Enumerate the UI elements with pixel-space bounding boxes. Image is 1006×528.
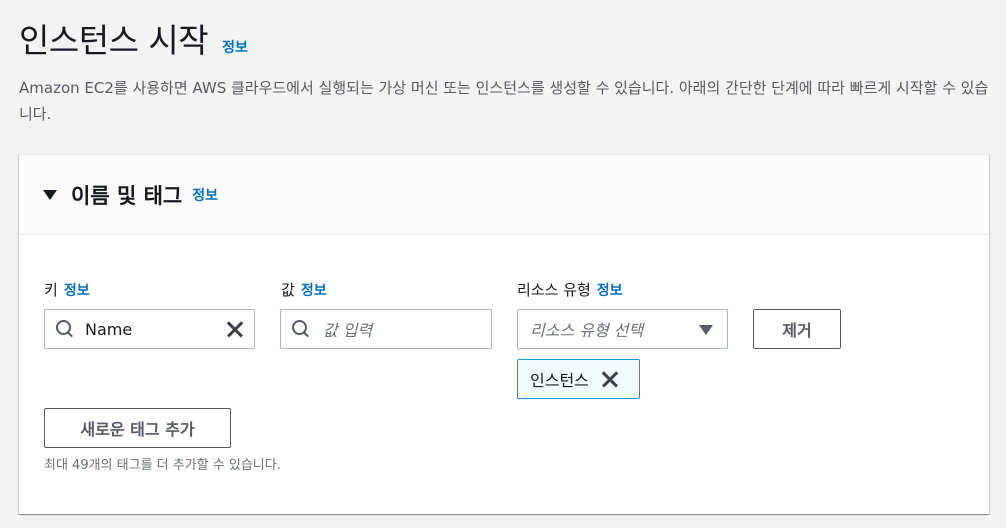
value-info-link[interactable]: 정보 (301, 280, 327, 300)
launch-instance-page: 인스턴스 시작 정보 Amazon EC2를 사용하면 AWS 클라우드에서 실… (0, 0, 1006, 528)
value-label: 값 정보 (281, 279, 327, 300)
page-description: Amazon EC2를 사용하면 AWS 클라우드에서 실행되는 가상 머신 또… (19, 79, 989, 123)
section-info-link[interactable]: 정보 (192, 185, 218, 205)
key-info-link[interactable]: 정보 (64, 280, 90, 300)
add-new-tag-button[interactable]: 새로운 태그 추가 (44, 408, 231, 448)
resource-type-token: 인스턴스 (517, 359, 640, 399)
resource-type-label-text: 리소스 유형 (517, 281, 591, 299)
search-icon (291, 319, 311, 339)
value-input[interactable]: 값 입력 (280, 309, 492, 349)
resource-type-label: 리소스 유형 정보 (517, 279, 623, 300)
search-icon (55, 319, 75, 339)
key-input[interactable]: Name (44, 309, 255, 349)
key-label: 키 정보 (44, 279, 90, 300)
page-header: 인스턴스 시작 정보 (19, 14, 248, 62)
clear-icon[interactable] (226, 320, 244, 338)
remove-token-icon[interactable] (601, 370, 619, 388)
caret-down-icon[interactable] (43, 189, 57, 200)
value-label-text: 값 (281, 281, 295, 299)
tag-limit-hint: 최대 49개의 태그를 더 추가할 수 있습니다. (44, 458, 281, 473)
page-title: 인스턴스 시작 (19, 21, 209, 60)
name-and-tags-header[interactable]: 이름 및 태그 정보 (19, 155, 989, 235)
remove-button[interactable]: 제거 (753, 309, 841, 349)
value-input-placeholder: 값 입력 (323, 321, 373, 340)
section-title: 이름 및 태그 (71, 183, 183, 208)
key-input-value: Name (85, 319, 133, 339)
resource-type-info-link[interactable]: 정보 (597, 280, 623, 300)
resource-type-select[interactable]: 리소스 유형 선택 (517, 309, 728, 349)
key-label-text: 키 (44, 281, 58, 299)
token-label: 인스턴스 (530, 371, 589, 390)
resource-type-placeholder: 리소스 유형 선택 (530, 321, 644, 340)
caret-down-icon (699, 325, 713, 335)
page-info-link[interactable]: 정보 (222, 37, 248, 57)
